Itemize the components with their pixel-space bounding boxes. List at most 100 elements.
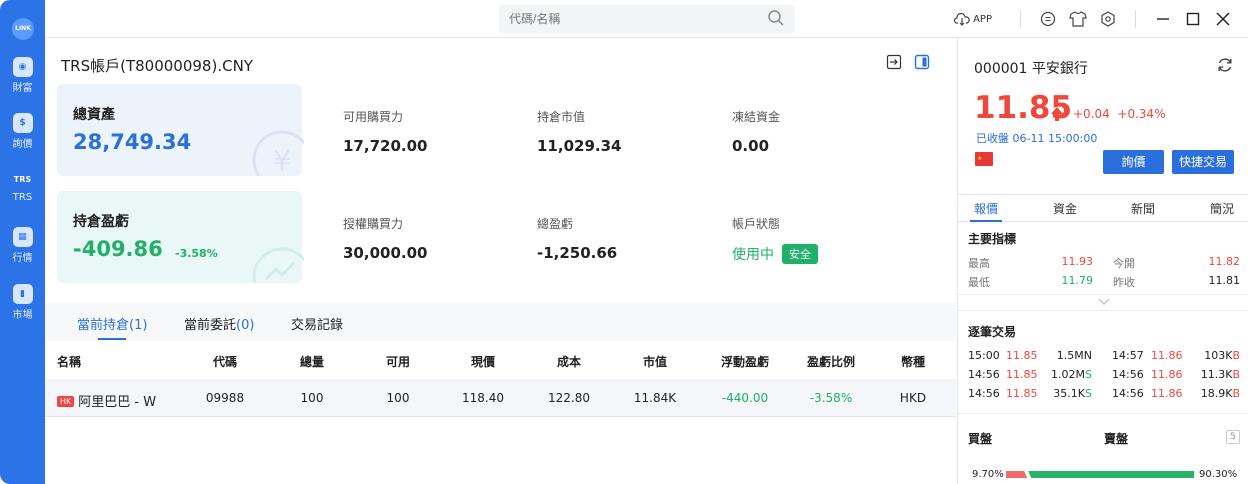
tab-profile[interactable]: 簡況 xyxy=(1210,200,1234,217)
tab-label: 當前持倉 xyxy=(77,318,130,333)
column-header: 盈虧比例 xyxy=(806,355,855,369)
fast-trade-button[interactable]: 快捷交易 xyxy=(1172,150,1234,174)
divider xyxy=(958,413,1248,414)
table-row[interactable]: HK 阿里巴巴 - W 09988 100 100 118.40 122.80 1… xyxy=(45,379,956,417)
indicator-value: 11.79 xyxy=(1061,274,1094,287)
market-grid-icon: ▦ xyxy=(12,227,33,247)
trade-volume: 1.02MS xyxy=(1048,368,1092,381)
window-controls: APP xyxy=(954,0,1238,38)
arrow-up-icon xyxy=(1051,107,1063,121)
trade-price: 11.85 xyxy=(1006,368,1038,381)
divider xyxy=(1135,10,1136,28)
tab-trade-history[interactable]: 交易記錄 xyxy=(291,314,343,333)
buy-side-label: 買盤 xyxy=(968,432,993,446)
position-market-value: 11.84K xyxy=(633,391,677,405)
trade-side: S xyxy=(1085,387,1092,400)
column-header: 名稱 xyxy=(57,355,82,369)
cloud-download-icon xyxy=(954,12,970,26)
panel-toggle-icon[interactable] xyxy=(914,54,930,70)
account-tools xyxy=(886,54,930,70)
search-icon[interactable] xyxy=(767,9,785,27)
export-icon[interactable] xyxy=(886,54,902,70)
indicator-label: 最高 xyxy=(968,257,990,270)
positions-table-header: 名稱 代碼 總量 可用 現價 成本 市值 浮動盈虧 盈虧比例 幣種 xyxy=(45,341,956,379)
sell-bar-segment xyxy=(1028,471,1194,478)
market-status: 已收盤 06-11 15:00:00 xyxy=(976,132,1098,145)
position-pl-card: 持倉盈虧 -409.86 -3.58% xyxy=(57,191,304,283)
trade-side: B xyxy=(1232,368,1240,381)
account-title: TRS帳戶(T80000098).CNY xyxy=(61,57,253,75)
price-change-value: +0.04 xyxy=(1073,107,1110,121)
price-change: +0.04 +0.34% xyxy=(1073,107,1166,121)
column-header: 現價 xyxy=(470,355,495,369)
sidebar-item-label: 行情 xyxy=(12,253,33,264)
stat-label: 持倉市值 xyxy=(537,110,586,124)
sidebar-item-wealth[interactable]: ◉ 財富 xyxy=(0,57,45,94)
tab-news[interactable]: 新聞 xyxy=(1131,200,1155,217)
trade-side: B xyxy=(1232,387,1240,400)
refresh-icon[interactable] xyxy=(1216,56,1234,74)
minimize-icon[interactable] xyxy=(1154,10,1172,28)
app-logo: LINK xyxy=(12,18,34,40)
position-tabs: 當前持倉(1) 當前委託(0) 交易記錄 xyxy=(45,303,956,341)
trade-side: B xyxy=(1232,349,1240,362)
quote-button[interactable]: 詢價 xyxy=(1103,150,1164,174)
tab-active-indicator xyxy=(98,338,126,340)
column-header: 幣種 xyxy=(900,355,925,369)
tab-current-orders[interactable]: 當前委託(0) xyxy=(184,314,254,333)
position-name-cell: HK 阿里巴巴 - W xyxy=(57,391,156,410)
settings-hex-icon[interactable] xyxy=(1099,10,1117,28)
column-header: 浮動盈虧 xyxy=(720,355,769,369)
trade-price: 11.85 xyxy=(1006,387,1038,400)
position-name: 阿里巴巴 - W xyxy=(78,395,157,410)
tab-funds[interactable]: 資金 xyxy=(1053,200,1077,217)
sidebar-item-market[interactable]: ▮ 市場 xyxy=(0,284,45,321)
indicator-value: 11.81 xyxy=(1208,274,1241,287)
sidebar-item-market-data[interactable]: ▦ 行情 xyxy=(0,227,45,264)
trade-volume: 11.3KB xyxy=(1192,368,1240,381)
trades-title: 逐筆交易 xyxy=(968,325,1017,339)
quote-panel: 000001 平安銀行 11.85 +0.04 +0.34% 已收盤 06-11… xyxy=(957,38,1248,484)
sidebar-item-quote[interactable]: $ 詢價 xyxy=(0,113,45,150)
download-app-button[interactable]: APP xyxy=(954,12,992,26)
tab-label: 當前委託 xyxy=(184,318,237,333)
stat-value: -1,250.66 xyxy=(537,244,618,262)
trs-icon: TRS xyxy=(13,175,32,184)
sidebar-item-label: 詢價 xyxy=(12,139,33,150)
buy-sell-ratio-bar xyxy=(1006,471,1194,478)
position-pl-pct: -3.58% xyxy=(175,247,218,260)
search-box xyxy=(499,5,795,33)
divider xyxy=(958,310,1248,311)
stat-value: 17,720.00 xyxy=(343,137,428,155)
stat-label: 凍結資金 xyxy=(732,110,781,124)
sidebar-item-label: 市場 xyxy=(12,310,33,321)
tab-quote[interactable]: 報價 xyxy=(974,200,998,217)
theme-shirt-icon[interactable] xyxy=(1069,10,1087,28)
position-total: 100 xyxy=(300,391,324,405)
tab-current-positions[interactable]: 當前持倉(1) xyxy=(77,314,147,333)
trade-side: N xyxy=(1083,349,1092,362)
search-input[interactable] xyxy=(499,5,749,33)
position-pl-ratio: -3.58% xyxy=(809,391,853,405)
buy-percentage: 9.70% xyxy=(972,469,1004,480)
key-indicators-title: 主要指標 xyxy=(968,232,1017,246)
stat-value: 11,029.34 xyxy=(537,137,622,155)
column-header: 成本 xyxy=(556,355,581,369)
position-currency: HKD xyxy=(899,391,927,405)
stat-total-pl: 總盈虧 -1,250.66 xyxy=(537,215,617,262)
position-cost: 122.80 xyxy=(548,391,590,405)
stat-label: 可用購買力 xyxy=(343,110,404,124)
stat-label: 總盈虧 xyxy=(537,217,574,231)
chevron-down-icon[interactable] xyxy=(1098,298,1110,306)
stat-value: 0.00 xyxy=(732,137,770,155)
stat-value: 30,000.00 xyxy=(343,244,428,262)
position-pl-label: 持倉盈虧 xyxy=(73,214,129,230)
divider xyxy=(1020,10,1021,28)
trade-vol: 1.02M xyxy=(1051,368,1086,381)
close-icon[interactable] xyxy=(1214,10,1232,28)
trade-volume: 103KB xyxy=(1192,349,1240,362)
maximize-icon[interactable] xyxy=(1184,10,1202,28)
menu-circle-icon[interactable] xyxy=(1039,10,1057,28)
depth-level-badge[interactable]: 5 xyxy=(1226,430,1240,444)
sidebar-item-trs[interactable]: TRS TRS xyxy=(0,170,45,203)
